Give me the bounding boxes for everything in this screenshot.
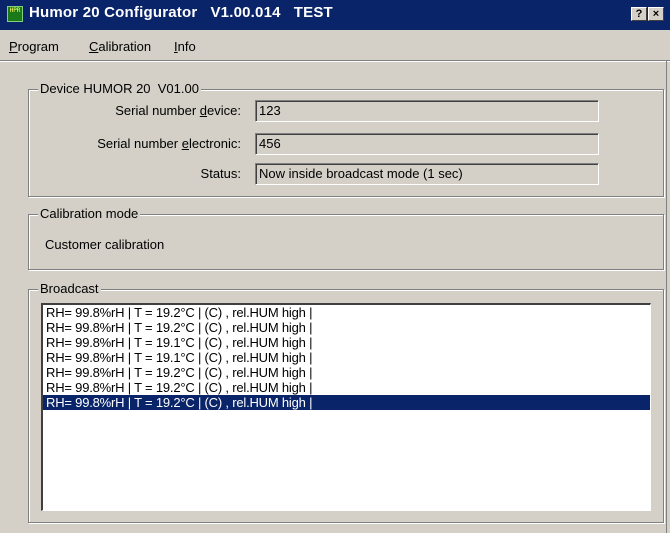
serial-device-label: Serial number device:	[60, 103, 241, 118]
broadcast-list[interactable]: RH= 99.8%rH | T = 19.2°C | (C) , rel.HUM…	[41, 303, 651, 511]
serial-electronic-label-accel: e	[181, 136, 189, 151]
menu-program[interactable]: Program	[9, 39, 59, 54]
menu-info[interactable]: Info	[174, 39, 196, 54]
serial-device-field[interactable]: 123	[255, 100, 599, 122]
menu-program-label: rogram	[17, 39, 59, 54]
menu-separator	[0, 60, 670, 62]
serial-electronic-label: Serial number electronic:	[60, 136, 241, 151]
broadcast-group-title: Broadcast	[38, 281, 101, 297]
serial-device-label-post: evice:	[207, 103, 241, 118]
broadcast-line-selected[interactable]: RH= 99.8%rH | T = 19.2°C | (C) , rel.HUM…	[43, 395, 650, 410]
calibration-mode-value: Customer calibration	[45, 237, 165, 252]
menu-calibration-label: alibration	[98, 39, 152, 54]
serial-electronic-field[interactable]: 456	[255, 133, 599, 155]
menu-bar: Program Calibration Info	[0, 37, 670, 57]
broadcast-line[interactable]: RH= 99.8%rH | T = 19.2°C | (C) , rel.HUM…	[43, 320, 650, 335]
broadcast-line[interactable]: RH= 99.8%rH | T = 19.1°C | (C) , rel.HUM…	[43, 350, 650, 365]
broadcast-line[interactable]: RH= 99.8%rH | T = 19.1°C | (C) , rel.HUM…	[43, 335, 650, 350]
device-group-title: Device HUMOR 20 V01.00	[38, 81, 201, 97]
app-icon[interactable]: HPR	[7, 6, 23, 22]
broadcast-line[interactable]: RH= 99.8%rH | T = 19.2°C | (C) , rel.HUM…	[43, 365, 650, 380]
calibration-group-title: Calibration mode	[38, 206, 141, 222]
serial-electronic-label-post: lectronic:	[188, 136, 241, 151]
title-bar[interactable]: HPR Humor 20 Configurator V1.00.014 TEST…	[0, 0, 670, 30]
serial-device-label-accel: d	[199, 103, 208, 118]
help-button[interactable]: ?	[631, 7, 647, 21]
menu-info-label: nfo	[177, 39, 196, 54]
broadcast-line[interactable]: RH= 99.8%rH | T = 19.2°C | (C) , rel.HUM…	[43, 380, 650, 395]
window-edge	[666, 60, 667, 533]
window-title: Humor 20 Configurator V1.00.014 TEST	[29, 4, 333, 21]
menu-program-accel: P	[9, 39, 18, 54]
menu-calibration-accel: C	[89, 39, 99, 54]
serial-device-label-pre: Serial number	[115, 103, 200, 118]
menu-calibration[interactable]: Calibration	[89, 39, 151, 54]
close-button[interactable]: ×	[648, 7, 664, 21]
status-label: Status:	[200, 166, 241, 181]
status-field[interactable]: Now inside broadcast mode (1 sec)	[255, 163, 599, 185]
serial-electronic-label-pre: Serial number	[97, 136, 182, 151]
broadcast-line[interactable]: RH= 99.8%rH | T = 19.2°C | (C) , rel.HUM…	[43, 305, 650, 320]
